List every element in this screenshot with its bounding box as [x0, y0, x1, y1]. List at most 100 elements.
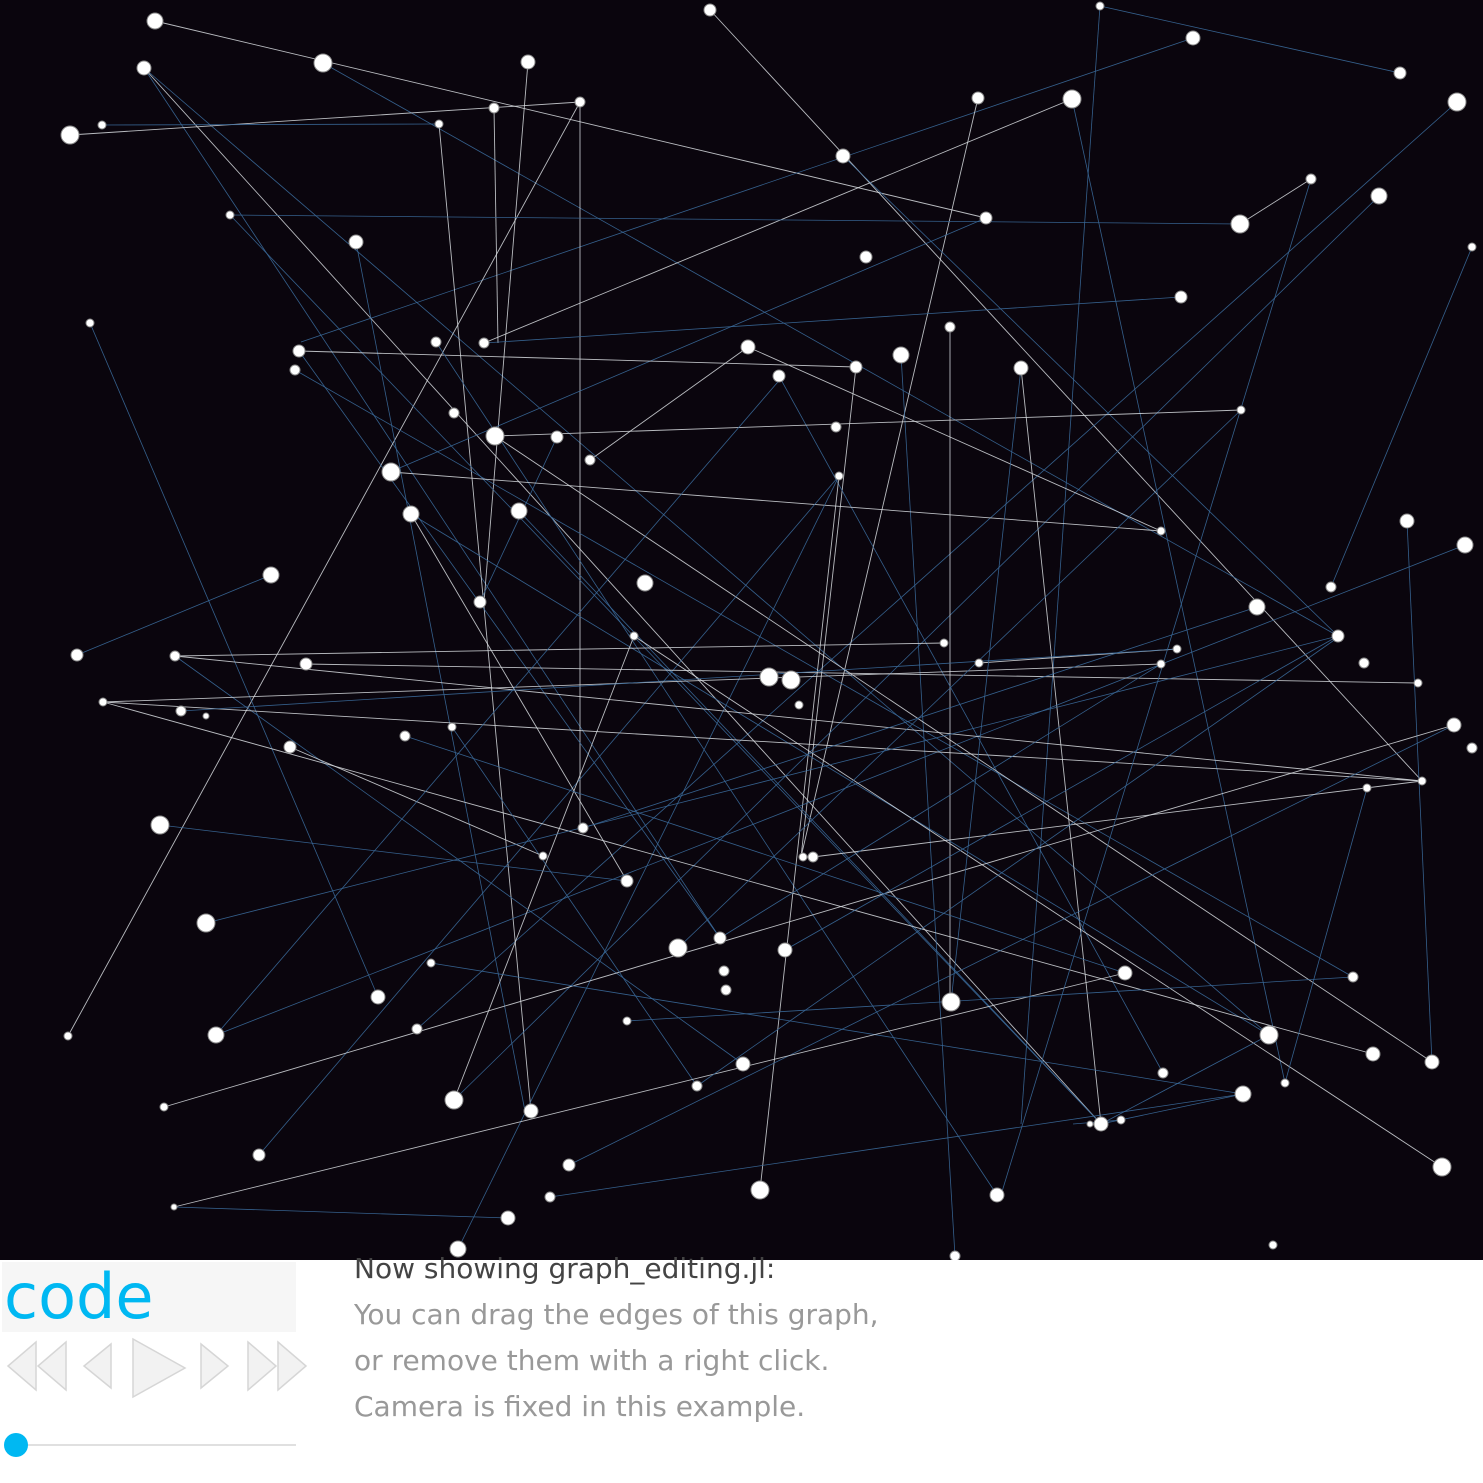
graph-node[interactable]	[1172, 644, 1182, 654]
play-button[interactable]	[130, 1336, 188, 1400]
graph-node[interactable]	[691, 1080, 703, 1092]
graph-node[interactable]	[636, 574, 654, 592]
graph-node[interactable]	[225, 210, 235, 220]
graph-edge[interactable]	[842, 155, 1339, 637]
graph-edge[interactable]	[568, 724, 1455, 1166]
graph-edge[interactable]	[483, 61, 529, 603]
graph-edge[interactable]	[589, 346, 749, 461]
graph-node[interactable]	[1417, 776, 1427, 786]
graph-node[interactable]	[1399, 513, 1415, 529]
graph-node[interactable]	[538, 851, 548, 861]
graph-node[interactable]	[835, 148, 851, 164]
graph-node[interactable]	[1447, 92, 1467, 112]
graph-edge[interactable]	[416, 101, 1458, 1030]
graph-node[interactable]	[1467, 242, 1477, 252]
graph-edge[interactable]	[143, 67, 1102, 1125]
graph-node[interactable]	[1393, 66, 1407, 80]
graph-node[interactable]	[523, 1103, 539, 1119]
graph-node[interactable]	[1370, 187, 1388, 205]
graph-edge[interactable]	[479, 436, 558, 603]
graph-node[interactable]	[703, 3, 717, 17]
graph-edge[interactable]	[76, 574, 272, 656]
graph-edge[interactable]	[173, 1206, 509, 1219]
graph-node[interactable]	[1358, 657, 1370, 669]
graph-node[interactable]	[60, 125, 80, 145]
graph-edge[interactable]	[1100, 1034, 1270, 1125]
graph-edge[interactable]	[633, 635, 1443, 1168]
graph-edge[interactable]	[800, 97, 979, 858]
graph-edge[interactable]	[518, 510, 1102, 1125]
graph-node[interactable]	[1432, 1157, 1452, 1177]
graph-node[interactable]	[411, 1023, 423, 1035]
graph-node[interactable]	[1185, 30, 1201, 46]
graph-node[interactable]	[1456, 536, 1474, 554]
graph-node[interactable]	[175, 705, 187, 717]
graph-node[interactable]	[772, 369, 786, 383]
graph-edge[interactable]	[229, 214, 1102, 1125]
graph-node[interactable]	[169, 650, 181, 662]
graph-node[interactable]	[830, 421, 842, 433]
graph-node[interactable]	[1280, 1078, 1290, 1088]
graph-node[interactable]	[70, 648, 84, 662]
graph-node[interactable]	[434, 119, 444, 129]
graph-edge[interactable]	[229, 214, 1241, 225]
graph-edge[interactable]	[549, 1093, 1244, 1198]
graph-edge[interactable]	[215, 375, 784, 1036]
graph-node[interactable]	[971, 91, 985, 105]
graph-node[interactable]	[252, 1148, 266, 1162]
graph-node[interactable]	[292, 344, 306, 358]
graph-node[interactable]	[1466, 742, 1478, 754]
graph-node[interactable]	[1305, 173, 1317, 185]
graph-node[interactable]	[473, 595, 487, 609]
graph-node[interactable]	[941, 992, 961, 1012]
graph-node[interactable]	[510, 502, 528, 520]
graph-node[interactable]	[426, 958, 436, 968]
skip-backward-button[interactable]	[6, 1340, 68, 1392]
graph-edge[interactable]	[493, 107, 499, 344]
graph-edge[interactable]	[950, 367, 1022, 1003]
graph-node[interactable]	[1116, 1115, 1126, 1125]
graph-node[interactable]	[939, 638, 949, 648]
graph-node[interactable]	[1174, 290, 1188, 304]
graph-node[interactable]	[574, 96, 586, 108]
graph-node[interactable]	[299, 657, 313, 671]
graph-edge[interactable]	[173, 972, 1126, 1208]
graph-edge[interactable]	[390, 471, 1162, 532]
graph-edge[interactable]	[457, 475, 840, 1250]
graph-node[interactable]	[562, 1158, 576, 1172]
graph-node[interactable]	[478, 337, 490, 349]
graph-node[interactable]	[979, 211, 993, 225]
graph-edge[interactable]	[453, 195, 1380, 1101]
graph-edge[interactable]	[1099, 5, 1401, 74]
graph-edge[interactable]	[759, 475, 840, 1191]
graph-node[interactable]	[1424, 1054, 1440, 1070]
graph-node[interactable]	[430, 336, 442, 348]
graph-edge[interactable]	[784, 635, 1339, 951]
graph-node[interactable]	[520, 54, 536, 70]
graph-node[interactable]	[399, 730, 411, 742]
graph-node[interactable]	[136, 60, 152, 76]
graph-edge[interactable]	[298, 350, 857, 368]
graph-node[interactable]	[989, 1187, 1005, 1203]
graph-edge[interactable]	[1071, 98, 1286, 1084]
graph-node[interactable]	[1365, 1046, 1381, 1062]
graph-edge[interactable]	[438, 123, 532, 1112]
graph-node[interactable]	[1347, 971, 1359, 983]
progress-slider-knob[interactable]	[4, 1433, 28, 1457]
graph-edge[interactable]	[430, 962, 1244, 1095]
graph-edge[interactable]	[143, 67, 1270, 1036]
graph-node[interactable]	[170, 1203, 178, 1211]
graph-node[interactable]	[159, 1102, 169, 1112]
graph-svg[interactable]	[0, 0, 1483, 1260]
graph-edge[interactable]	[143, 67, 721, 939]
graph-edge[interactable]	[89, 322, 379, 998]
graph-node[interactable]	[1259, 1025, 1279, 1045]
graph-node[interactable]	[1236, 405, 1246, 415]
graph-edge[interactable]	[174, 655, 744, 1065]
graph-node[interactable]	[207, 1026, 225, 1044]
graph-node[interactable]	[313, 53, 333, 73]
graph-edge[interactable]	[1406, 520, 1433, 1063]
graph-node[interactable]	[402, 505, 420, 523]
graph-node[interactable]	[759, 667, 779, 687]
graph-edge[interactable]	[294, 369, 1354, 978]
